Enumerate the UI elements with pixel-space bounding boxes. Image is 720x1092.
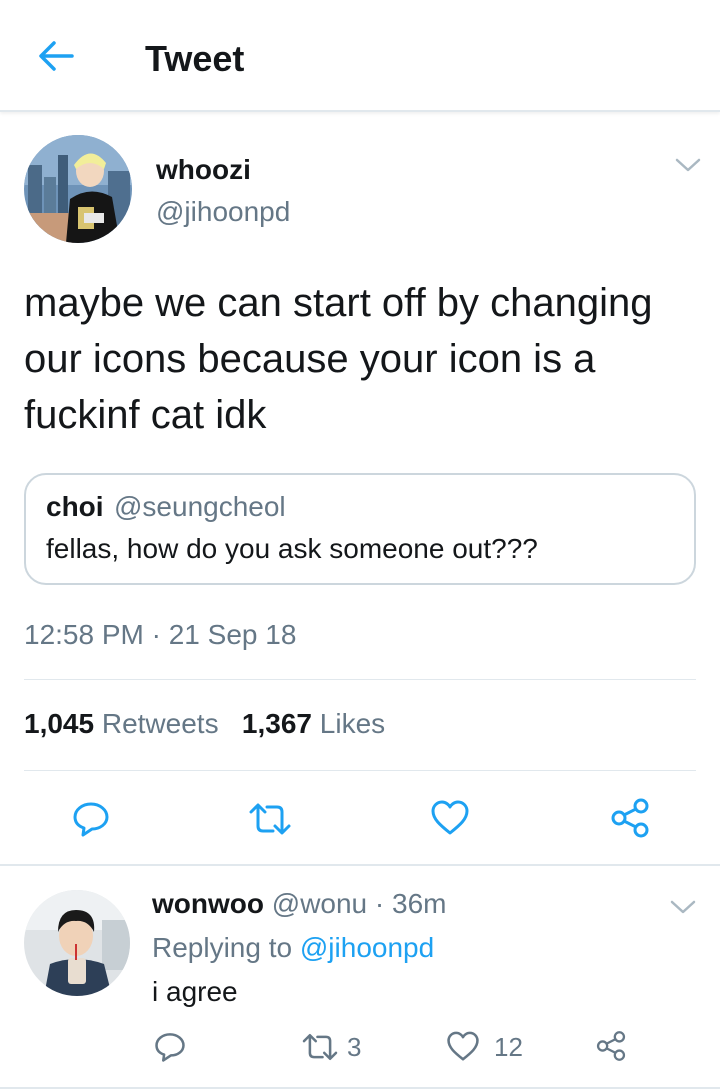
page-title: Tweet [145, 38, 245, 79]
likes-count: 1,367 [241, 708, 312, 739]
divider [0, 864, 720, 866]
divider [24, 770, 696, 771]
quoted-author-handle: @seungcheol [114, 491, 286, 522]
reply-text: i agree [152, 976, 238, 1007]
retweet-icon [249, 803, 291, 835]
reply-share-button[interactable] [595, 1030, 627, 1067]
quoted-tweet[interactable]: choi @seungcheol fellas, how do you ask … [24, 473, 696, 585]
reply-author-name[interactable]: wonwoo [152, 888, 264, 919]
share-icon [596, 1031, 626, 1061]
back-button[interactable] [34, 36, 78, 76]
reply-like-count: 12 [494, 1032, 523, 1062]
author-handle[interactable]: @jihoonpd [156, 196, 290, 228]
replying-prefix: Replying to [152, 932, 293, 963]
reply-icon [155, 1033, 185, 1062]
chevron-down-icon [675, 158, 701, 172]
reply-meta: @wonu · 36m [271, 888, 447, 919]
retweets-label: Retweets [101, 708, 219, 739]
retweet-icon [302, 1033, 338, 1061]
like-button[interactable] [430, 800, 470, 841]
reply-avatar[interactable] [24, 890, 130, 996]
likes-label: Likes [319, 708, 386, 739]
retweet-button[interactable] [247, 800, 293, 843]
likes-stat[interactable]: 1,367 Likes [242, 708, 385, 739]
top-app-bar: Tweet [0, 0, 720, 112]
engagement-stats: 1,045 Retweets 1,367 Likes [24, 708, 385, 740]
heart-icon [447, 1031, 479, 1061]
chevron-down-icon [670, 900, 696, 914]
reply-options-button[interactable] [670, 899, 696, 915]
heart-icon [431, 800, 469, 835]
reply-button[interactable] [72, 800, 110, 843]
tweet-options-button[interactable] [675, 157, 701, 173]
arrow-left-icon [39, 41, 74, 71]
reply-retweet-button[interactable] [300, 1031, 340, 1068]
divider [24, 679, 696, 680]
share-button[interactable] [609, 797, 651, 844]
reply-like-button[interactable] [446, 1031, 480, 1067]
reply-icon [73, 802, 109, 837]
reply-retweet-count: 3 [347, 1032, 362, 1062]
tweet-text: maybe we can start off by changing our i… [24, 281, 653, 437]
retweets-stat[interactable]: 1,045 Retweets [24, 708, 219, 739]
share-icon [611, 798, 649, 838]
author-name[interactable]: whoozi [156, 154, 251, 186]
reply-reply-button[interactable] [154, 1031, 186, 1068]
quoted-tweet-text: fellas, how do you ask someone out??? [46, 533, 538, 564]
divider [0, 1087, 720, 1089]
replying-to-link[interactable]: @jihoonpd [300, 932, 434, 963]
avatar[interactable] [24, 135, 132, 243]
quoted-author-name: choi [46, 491, 104, 522]
replying-to: Replying to @jihoonpd [152, 932, 434, 964]
reply-header: wonwoo @wonu · 36m [152, 888, 446, 920]
retweets-count: 1,045 [24, 708, 95, 739]
tweet-timestamp: 12:58 PM · 21 Sep 18 [24, 619, 297, 650]
